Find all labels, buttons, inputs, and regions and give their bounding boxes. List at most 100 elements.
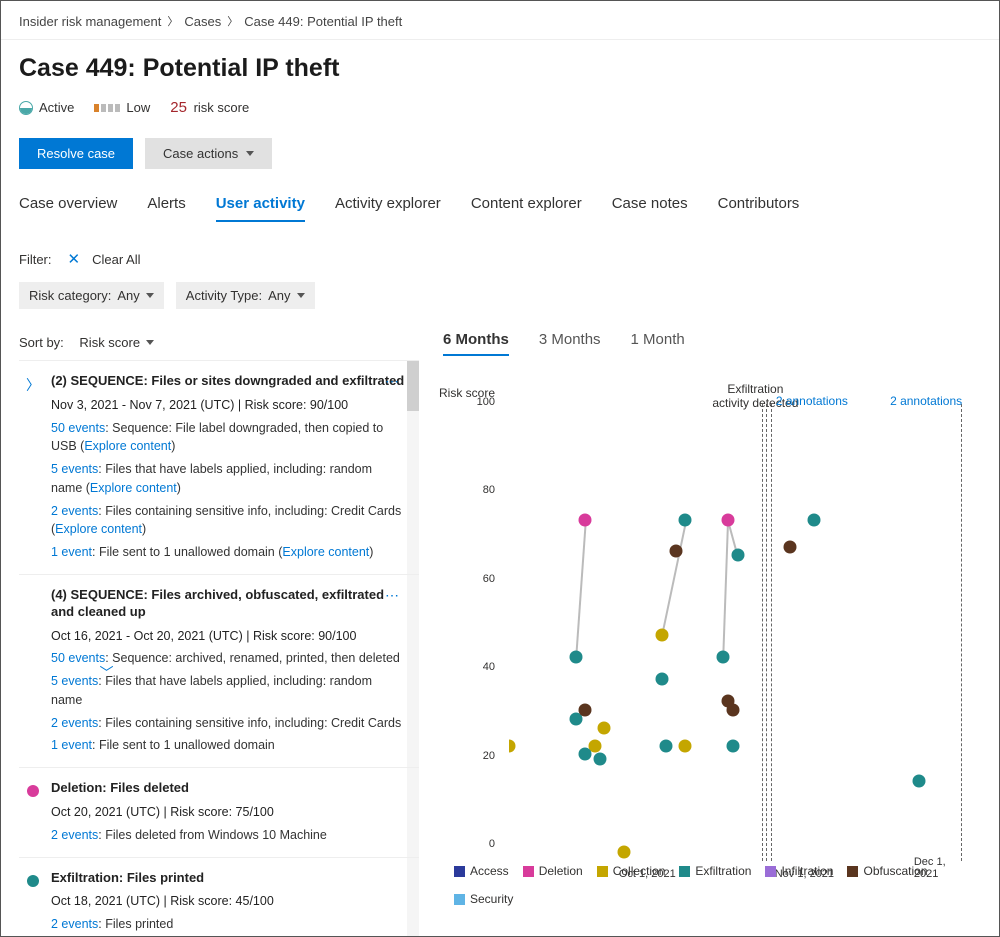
chart-point[interactable] bbox=[727, 739, 740, 752]
legend-item-infiltration[interactable]: Infiltration bbox=[765, 864, 833, 878]
chevron-down-icon bbox=[146, 293, 154, 298]
chart-point[interactable] bbox=[503, 739, 516, 752]
chart-point[interactable] bbox=[679, 739, 692, 752]
clear-all-link[interactable]: Clear All bbox=[92, 252, 140, 267]
time-tab-6-months[interactable]: 6 Months bbox=[443, 331, 509, 356]
chart-point[interactable] bbox=[807, 514, 820, 527]
chart-point[interactable] bbox=[722, 514, 735, 527]
legend-item-security[interactable]: Security bbox=[454, 892, 513, 906]
event-count-link[interactable]: 2 events bbox=[51, 504, 98, 518]
legend-swatch-icon bbox=[847, 866, 858, 877]
resolve-case-button[interactable]: Resolve case bbox=[19, 138, 133, 169]
chart-point[interactable] bbox=[579, 748, 592, 761]
legend-item-access[interactable]: Access bbox=[454, 864, 509, 878]
status-active: Active bbox=[19, 100, 74, 115]
annotation-line bbox=[766, 404, 767, 861]
active-icon bbox=[19, 101, 33, 115]
annotation-line bbox=[762, 404, 763, 861]
tab-user-activity[interactable]: User activity bbox=[216, 195, 305, 222]
filter-pill[interactable]: Risk category: Any bbox=[19, 282, 164, 309]
priority-low: Low bbox=[94, 100, 150, 115]
chevron-right-icon: 〉 bbox=[167, 13, 178, 29]
explore-content-link[interactable]: Explore content bbox=[55, 522, 142, 536]
time-tab-1-month[interactable]: 1 Month bbox=[631, 331, 685, 356]
y-tick: 40 bbox=[483, 661, 495, 673]
legend-swatch-icon bbox=[597, 866, 608, 877]
chart-point[interactable] bbox=[727, 704, 740, 717]
more-options-button[interactable]: ⋯ bbox=[385, 373, 399, 390]
chart-point[interactable] bbox=[731, 549, 744, 562]
chart-point[interactable] bbox=[617, 845, 630, 858]
chart-point[interactable] bbox=[598, 721, 611, 734]
event-count-link[interactable]: 2 events bbox=[51, 716, 98, 730]
legend-swatch-icon bbox=[765, 866, 776, 877]
time-tab-3-months[interactable]: 3 Months bbox=[539, 331, 601, 356]
explore-content-link[interactable]: Explore content bbox=[84, 439, 171, 453]
case-actions-button[interactable]: Case actions bbox=[145, 138, 272, 169]
chevron-right-icon[interactable]: 〉 bbox=[26, 375, 40, 562]
risk-score-chart: Risk score 020406080100 Exfiltration act… bbox=[439, 386, 981, 906]
filter-pill[interactable]: Activity Type: Any bbox=[176, 282, 315, 309]
chart-point[interactable] bbox=[669, 545, 682, 558]
event-item[interactable]: 〉(2) SEQUENCE: Files or sites downgraded… bbox=[19, 361, 419, 575]
chart-line-segment bbox=[723, 520, 729, 656]
chart-point[interactable] bbox=[579, 514, 592, 527]
tab-content-explorer[interactable]: Content explorer bbox=[471, 195, 582, 222]
annotation-line bbox=[771, 404, 772, 861]
y-tick: 80 bbox=[483, 484, 495, 496]
legend-swatch-icon bbox=[679, 866, 690, 877]
event-count-link[interactable]: 2 events bbox=[51, 917, 98, 931]
chart-point[interactable] bbox=[784, 540, 797, 553]
chart-point[interactable] bbox=[579, 704, 592, 717]
case-tabs: Case overview Alerts User activity Activity… bbox=[19, 195, 981, 222]
event-count-link[interactable]: 1 event bbox=[51, 545, 92, 559]
chart-point[interactable] bbox=[655, 629, 668, 642]
tab-activity-explorer[interactable]: Activity explorer bbox=[335, 195, 441, 222]
clear-filter-icon[interactable]: ✕ bbox=[68, 250, 81, 268]
status-row: Active Low 25 risk score bbox=[19, 99, 981, 116]
annotations-link[interactable]: 2 annotations bbox=[890, 394, 962, 408]
tab-alerts[interactable]: Alerts bbox=[147, 195, 185, 222]
breadcrumb: Insider risk management 〉 Cases 〉 Case 4… bbox=[19, 9, 981, 39]
chevron-down-icon bbox=[146, 340, 154, 345]
chevron-down-icon[interactable]: 〉 bbox=[0, 665, 116, 679]
event-count-link[interactable]: 50 events bbox=[51, 421, 105, 435]
explore-content-link[interactable]: Explore content bbox=[282, 545, 369, 559]
crumb-cases[interactable]: Cases bbox=[184, 14, 221, 29]
event-count-link[interactable]: 50 events bbox=[51, 651, 105, 665]
chart-point[interactable] bbox=[593, 752, 606, 765]
event-count-link[interactable]: 2 events bbox=[51, 828, 98, 842]
chart-point[interactable] bbox=[660, 739, 673, 752]
risk-score: 25 risk score bbox=[170, 99, 249, 116]
legend-item-collection[interactable]: Collection bbox=[597, 864, 666, 878]
event-count-link[interactable]: 1 event bbox=[51, 738, 92, 752]
event-item[interactable]: 〉(4) SEQUENCE: Files archived, obfuscate… bbox=[19, 575, 419, 768]
time-range-tabs: 6 Months 3 Months 1 Month bbox=[443, 331, 981, 356]
event-count-link[interactable]: 5 events bbox=[51, 462, 98, 476]
legend-item-deletion[interactable]: Deletion bbox=[523, 864, 583, 878]
crumb-root[interactable]: Insider risk management bbox=[19, 14, 161, 29]
chart-point[interactable] bbox=[679, 514, 692, 527]
event-item[interactable]: Deletion: Files deletedOct 20, 2021 (UTC… bbox=[19, 768, 419, 857]
legend-swatch-icon bbox=[523, 866, 534, 877]
tab-case-notes[interactable]: Case notes bbox=[612, 195, 688, 222]
explore-content-link[interactable]: Explore content bbox=[90, 481, 177, 495]
chart-point[interactable] bbox=[912, 774, 925, 787]
y-tick: 60 bbox=[483, 573, 495, 585]
chart-point[interactable] bbox=[717, 651, 730, 664]
more-options-button[interactable]: ⋯ bbox=[385, 587, 399, 604]
filter-label: Filter: bbox=[19, 252, 52, 267]
tab-case-overview[interactable]: Case overview bbox=[19, 195, 117, 222]
legend-item-exfiltration[interactable]: Exfiltration bbox=[679, 864, 751, 878]
legend-item-obfuscation[interactable]: Obfuscation bbox=[847, 864, 927, 878]
chart-point[interactable] bbox=[569, 651, 582, 664]
event-item[interactable]: Exfiltration: Files printedOct 18, 2021 … bbox=[19, 858, 419, 937]
sort-dropdown[interactable]: Sort by: Risk score bbox=[19, 331, 419, 354]
event-list: 〉(2) SEQUENCE: Files or sites downgraded… bbox=[19, 360, 419, 937]
priority-bars-icon bbox=[94, 104, 120, 112]
chart-point[interactable] bbox=[655, 673, 668, 686]
annotations-link[interactable]: 2 annotations bbox=[776, 394, 848, 408]
chart-line-segment bbox=[575, 520, 586, 657]
tab-contributors[interactable]: Contributors bbox=[718, 195, 800, 222]
y-tick: 20 bbox=[483, 750, 495, 762]
